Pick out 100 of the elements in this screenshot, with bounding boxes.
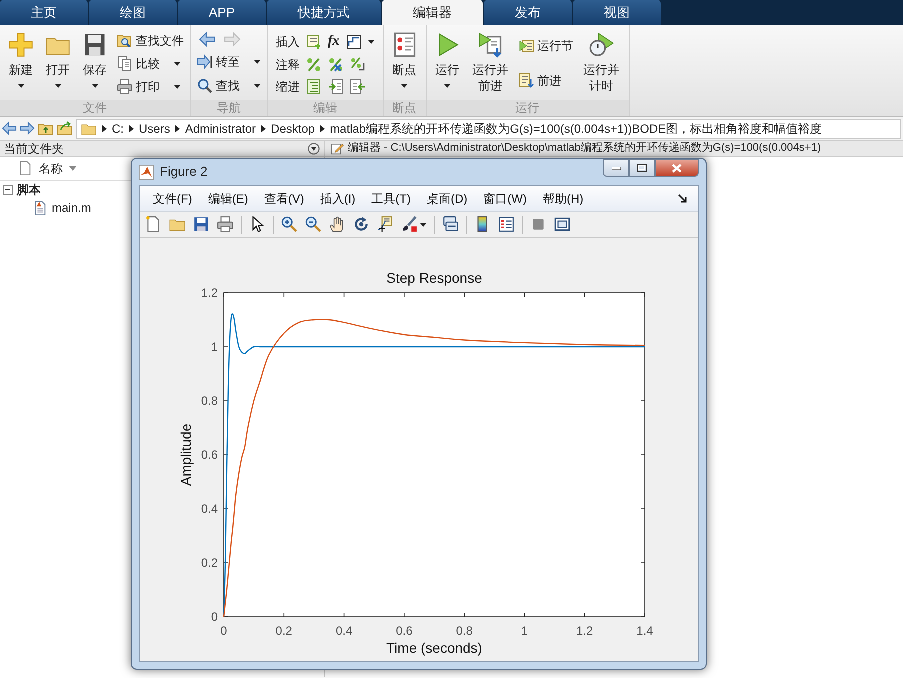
panel-title: 当前文件夹: [4, 140, 64, 158]
menu-item[interactable]: 窗口(W): [476, 188, 534, 210]
chevron-icon: [175, 124, 180, 132]
caret-icon: [18, 84, 24, 88]
ribbon-button[interactable]: 运行节: [516, 36, 576, 56]
chevron-icon: [261, 124, 266, 132]
ribbon-tab[interactable]: APP: [178, 0, 268, 25]
hand-icon[interactable]: [329, 216, 346, 233]
ribbon-button[interactable]: 打印: [115, 76, 186, 96]
back-arrow-icon[interactable]: [2, 121, 17, 136]
indent-icon[interactable]: [328, 79, 344, 95]
square-icon[interactable]: [530, 216, 547, 233]
ribbon-button[interactable]: 新建: [4, 29, 38, 100]
link-icon[interactable]: [442, 216, 459, 233]
ribbon-tab[interactable]: 发布: [484, 0, 574, 25]
maximize-button[interactable]: [629, 159, 655, 177]
tick-label: 1: [521, 624, 528, 638]
menu-item[interactable]: 帮助(H): [536, 188, 591, 210]
zoom-out-icon[interactable]: [305, 216, 322, 233]
ribbon-button[interactable]: 保存: [78, 29, 112, 100]
caret-icon: [174, 84, 181, 88]
ribbon-button[interactable]: 查找文件: [115, 30, 186, 50]
breakpoint-list-icon: [392, 32, 418, 58]
browse-folder-icon[interactable]: [57, 120, 73, 136]
tick-label: 0.6: [201, 448, 218, 462]
menu-item[interactable]: 插入(I): [313, 188, 363, 210]
printer-icon[interactable]: [217, 216, 234, 233]
dock-arrow-icon[interactable]: [678, 194, 688, 204]
dropdown-circle-icon[interactable]: [308, 142, 320, 154]
collapse-icon[interactable]: [3, 185, 13, 195]
ribbon-tab[interactable]: 视图: [573, 0, 662, 25]
percent-wrap-icon[interactable]: [350, 57, 366, 73]
printer-icon: [117, 78, 133, 94]
tick-label: 0.2: [201, 556, 218, 570]
tick-label: 0.2: [276, 624, 292, 638]
caret-icon: [368, 40, 375, 44]
tick-label: 0.6: [396, 624, 413, 638]
chevron-icon: [320, 124, 326, 132]
plus-icon: [8, 32, 34, 58]
percent-icon[interactable]: [306, 57, 322, 73]
caret-icon: [254, 60, 261, 64]
forward-arrow-icon[interactable]: [20, 121, 35, 136]
function-symbol[interactable]: fx: [328, 31, 340, 52]
caret-icon: [54, 84, 62, 88]
legend-icon[interactable]: [498, 216, 515, 233]
ribbon-button[interactable]: 前进: [516, 70, 576, 91]
row-label: 注释: [276, 57, 300, 74]
group-label: 编辑: [268, 100, 383, 116]
function-box-icon[interactable]: [346, 34, 362, 50]
back-arrow-icon[interactable]: [199, 31, 216, 48]
caret-icon: [92, 84, 98, 88]
path-segment[interactable]: matlab编程系统的开环传递函数为G(s)=100(s(0.004s+1))BODE图，标出相角裕度和幅值裕度: [330, 120, 822, 138]
chevron-icon: [102, 124, 107, 132]
window-icon[interactable]: [554, 216, 571, 233]
minimize-button[interactable]: [603, 159, 629, 177]
folder-node[interactable]: 脚本: [17, 181, 41, 199]
path-segment[interactable]: Desktop: [271, 120, 316, 138]
ribbon-button[interactable]: 打开: [41, 29, 75, 100]
menu-item[interactable]: 文件(F): [146, 188, 200, 210]
rotate-icon[interactable]: [353, 216, 370, 233]
menu-item[interactable]: 查看(V): [257, 188, 312, 210]
file-icon: [18, 161, 33, 176]
tick-label: 1.2: [576, 624, 594, 638]
document-arrow-icon: [518, 72, 535, 89]
document-lines-icon[interactable]: [306, 79, 322, 95]
save-icon[interactable]: [193, 216, 210, 233]
ribbon-button[interactable]: 运行: [430, 29, 465, 100]
ribbon-button[interactable]: 断点: [388, 29, 422, 100]
chevron-icon: [129, 124, 134, 132]
ribbon-tab[interactable]: 编辑器: [382, 0, 484, 25]
menu-item[interactable]: 编辑(E): [201, 188, 256, 210]
row-label: 缩进: [276, 79, 300, 96]
path-segment[interactable]: Administrator: [185, 120, 256, 138]
ribbon-button[interactable]: 查找: [195, 76, 263, 96]
brush-icon[interactable]: [401, 216, 418, 233]
ribbon-button[interactable]: 比较: [115, 54, 186, 74]
file-node[interactable]: main.m: [52, 199, 92, 217]
path-field[interactable]: C: Users Administrator Desktop matlab编程系统的开环传递函数为G(s)=100(s(0.004s+1))BODE图，标出相角裕度和幅值裕度: [76, 118, 901, 138]
ribbon-tab[interactable]: 快捷方式: [267, 0, 382, 25]
outdent-icon[interactable]: [350, 79, 366, 95]
zoom-in-icon[interactable]: [281, 216, 298, 233]
document-plus-icon[interactable]: [306, 34, 322, 50]
ribbon-button[interactable]: 运行并计时: [578, 29, 625, 100]
menu-item[interactable]: 工具(T): [364, 188, 418, 210]
percent-cross-icon[interactable]: [328, 57, 344, 73]
menu-item[interactable]: 桌面(D): [420, 188, 475, 210]
column-header[interactable]: 名称: [39, 160, 63, 178]
path-segment[interactable]: Users: [139, 120, 170, 138]
ribbon-tab[interactable]: 主页: [0, 0, 89, 25]
ribbon-tab[interactable]: 绘图: [89, 0, 178, 25]
ribbon-button[interactable]: 转至: [195, 52, 263, 72]
app-logo-icon: [139, 164, 154, 180]
new-file-icon[interactable]: [145, 216, 162, 233]
tick-label: 0.4: [336, 624, 353, 638]
ribbon-button[interactable]: 运行并前进: [468, 29, 514, 100]
data-cursor-icon[interactable]: [377, 216, 394, 233]
close-icon: [672, 164, 682, 172]
tick-label: 0: [220, 624, 228, 638]
path-segment[interactable]: C:: [112, 120, 124, 138]
close-button[interactable]: [655, 159, 699, 177]
